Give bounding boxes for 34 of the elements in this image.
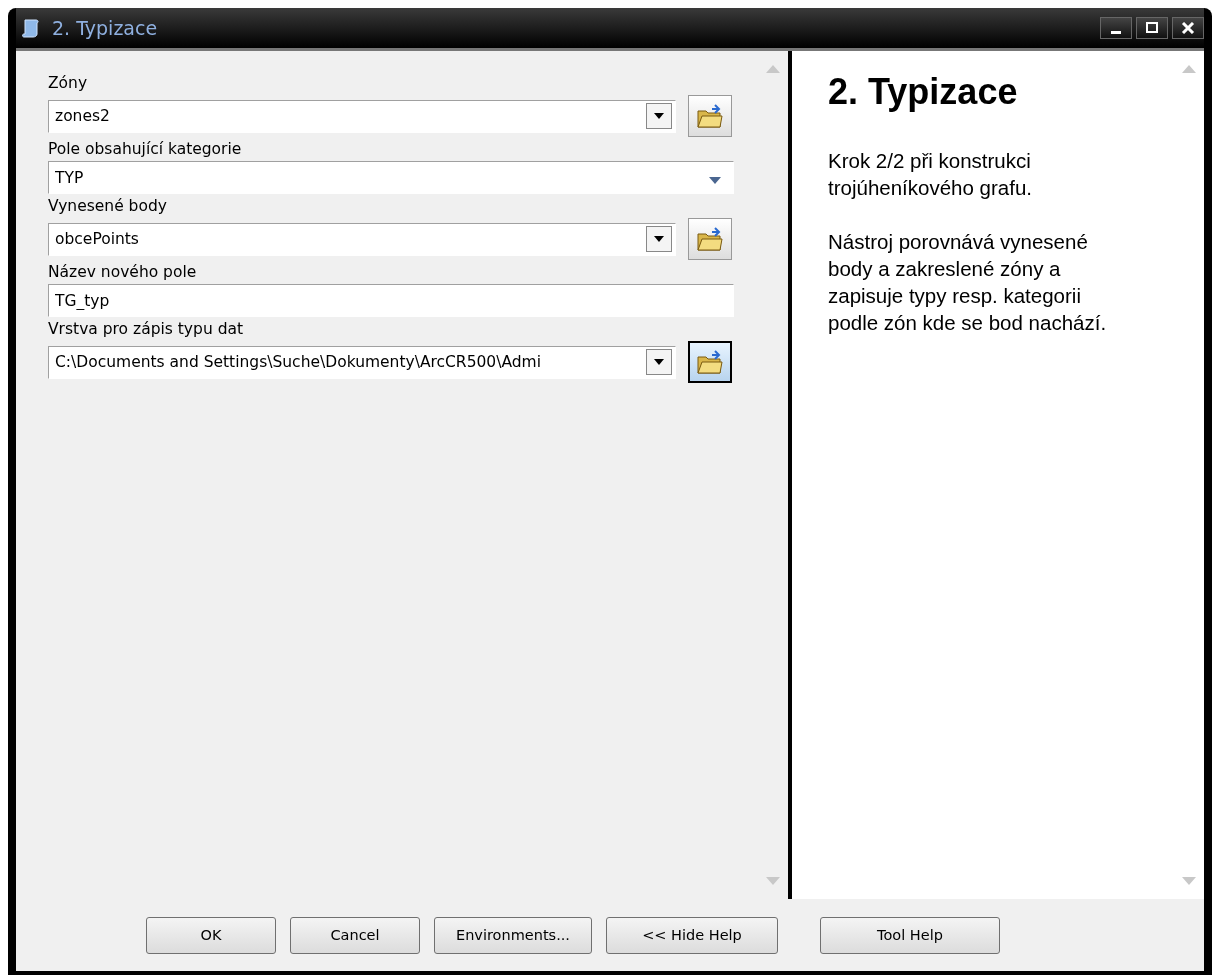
field-label: Zóny <box>48 73 89 94</box>
folder-icon <box>696 226 724 252</box>
help-title: 2. Typizace <box>828 71 1019 113</box>
folder-icon <box>696 349 724 375</box>
help-paragraph: Krok 2/2 při konstrukci trojúheníkového grafu. <box>828 148 1033 201</box>
maximize-icon <box>1145 22 1159 34</box>
caret-icon <box>654 236 664 242</box>
dialog-button[interactable]: Tool Help <box>820 916 1000 954</box>
help-paragraph: Nástroj porovnává vynesené body a zakreslené zóny a zapisuje typy resp. kategorii podle zón kde se bod nachází. <box>828 229 1108 336</box>
field-label: Vrstva pro zápis typu dat <box>48 319 245 340</box>
caret-icon <box>654 113 664 119</box>
field-label: Pole obsahující kategorie <box>48 139 243 160</box>
maximize-button[interactable] <box>1136 17 1168 39</box>
field-label: Vynesené body <box>48 196 168 217</box>
dialog-button[interactable]: Cancel <box>290 916 420 954</box>
dialog-button[interactable]: OK <box>146 916 276 954</box>
minimize-button[interactable] <box>1100 17 1132 39</box>
minimize-icon <box>1111 30 1121 34</box>
dialog-button[interactable]: Environments... <box>434 916 592 954</box>
close-button[interactable] <box>1172 17 1204 39</box>
dropdown-field[interactable]: C:\Documents and Settings\Suche\Dokumenty\ArcCR500\Admi <box>48 345 676 379</box>
combo-field[interactable]: TYP <box>48 161 734 194</box>
dropdown-field[interactable]: obcePoints <box>48 222 676 256</box>
close-icon <box>1181 22 1195 34</box>
scroll-icon <box>20 17 42 39</box>
folder-icon <box>696 103 724 129</box>
dropdown-field[interactable]: zones2 <box>48 99 676 133</box>
window-title: 2. Typizace <box>52 17 158 39</box>
dialog-button[interactable]: << Hide Help <box>606 916 778 954</box>
text-field[interactable]: TG_typ <box>48 284 734 317</box>
caret-icon <box>654 359 664 365</box>
field-label: Název nového pole <box>48 262 198 283</box>
browse-button[interactable] <box>688 341 732 383</box>
caret-icon <box>709 177 721 184</box>
